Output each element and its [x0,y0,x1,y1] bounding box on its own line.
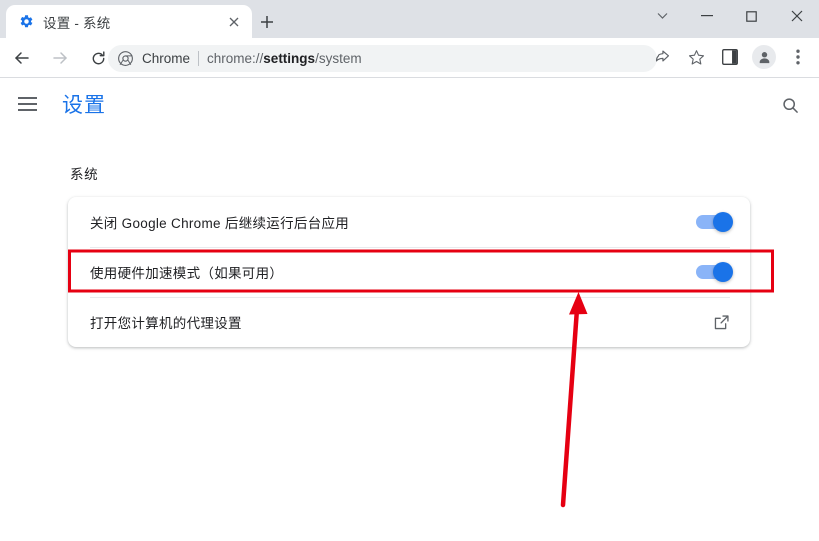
forward-icon [44,42,76,74]
toggle-knob [713,262,733,282]
tab-title: 设置 - 系统 [43,15,111,31]
minimize-icon[interactable] [684,0,729,32]
url-suffix: /system [315,51,362,66]
url-bold-part: settings [263,51,316,66]
tab-close-icon[interactable] [225,13,242,30]
close-icon[interactable] [774,0,819,32]
omnibox-divider [198,51,200,66]
settings-row-hardware-acceleration[interactable]: 使用硬件加速模式（如果可用） [68,247,750,297]
toggle-knob [713,212,733,232]
window-controls [640,0,819,38]
browser-tab[interactable]: 设置 - 系统 [6,5,252,38]
toggle-hardware-acceleration[interactable] [696,262,733,282]
avatar [752,45,776,69]
new-tab-button[interactable] [254,9,280,35]
title-bar: 设置 - 系统 [0,0,819,38]
browser-window: 设置 - 系统 Chrome chrome://settings/system … [0,0,819,541]
hamburger-line [18,97,37,99]
settings-row-label: 打开您计算机的代理设置 [90,316,242,331]
back-icon[interactable] [6,42,38,74]
hamburger-line [18,109,37,111]
browser-toolbar: Chrome chrome://settings/system [0,38,819,78]
section-label: 系统 [70,167,99,182]
toggle-background-apps[interactable] [696,212,733,232]
omnibox-chip-label: Chrome [142,51,191,66]
gear-icon [18,14,34,30]
settings-row-proxy-settings[interactable]: 打开您计算机的代理设置 [68,297,750,347]
hamburger-icon[interactable] [18,92,42,116]
bookmark-star-icon[interactable] [681,42,711,72]
hamburger-line [18,103,37,105]
settings-card: 关闭 Google Chrome 后继续运行后台应用 使用硬件加速模式（如果可用… [68,197,750,347]
chrome-logo-icon [118,50,134,67]
external-link-icon[interactable] [713,314,730,331]
settings-row-background-apps[interactable]: 关闭 Google Chrome 后继续运行后台应用 [68,197,750,247]
search-icon[interactable] [777,92,803,118]
profile-avatar-icon[interactable] [749,42,779,72]
settings-row-label: 关闭 Google Chrome 后继续运行后台应用 [90,216,350,231]
share-icon[interactable] [647,42,677,72]
omnibox-url: chrome://settings/system [207,51,362,66]
more-menu-icon[interactable] [783,42,813,72]
toolbar-right-icons [645,42,815,72]
side-panel-icon[interactable] [715,42,745,72]
chevron-down-icon[interactable] [640,0,684,32]
url-prefix: chrome:// [207,51,264,66]
page-title: 设置 [62,94,106,117]
address-bar[interactable]: Chrome chrome://settings/system [108,45,657,72]
settings-row-label: 使用硬件加速模式（如果可用） [90,266,284,281]
settings-header: 设置 [0,79,819,129]
maximize-icon[interactable] [729,0,774,32]
